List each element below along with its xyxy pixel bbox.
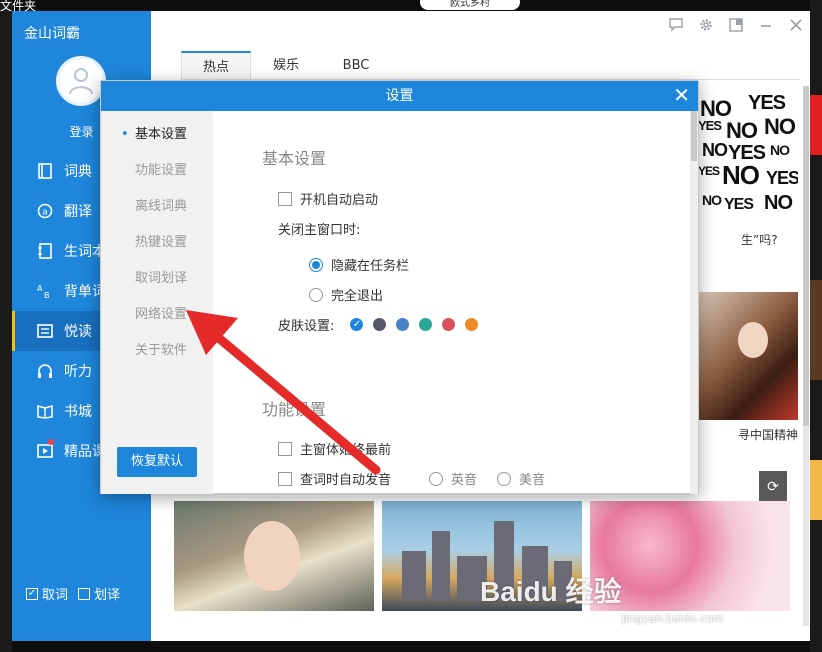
article-caption[interactable]: 生”吗?	[741, 231, 778, 248]
tab-hot[interactable]: 热点	[181, 51, 251, 79]
book-icon	[36, 162, 54, 180]
basic-settings-title: 基本设置	[262, 149, 327, 168]
close-icon[interactable]	[788, 17, 804, 33]
content-tabs: 热点 娱乐 BBC	[181, 51, 391, 79]
notebook-icon	[36, 242, 54, 260]
sidebar-item-label: 翻译	[64, 204, 92, 220]
desktop-top-tab: 欧式乡村	[420, 0, 520, 10]
settings-dialog: 设置 ✕ 基本设置 功能设置 离线词典 热键设置 取词划译 网络设置 关于软件 …	[100, 80, 699, 494]
app-name: 金山词霸	[24, 26, 80, 42]
autostart-option[interactable]: 开机自动启动	[278, 189, 378, 208]
exit-option[interactable]: 完全退出	[309, 285, 383, 304]
bottom-toggles: ✓ 取词 划译	[26, 584, 120, 603]
hide-tray-option[interactable]: 隐藏在任务栏	[309, 255, 409, 274]
skin-swatch-selected[interactable]: ✓	[350, 318, 364, 331]
settings-nav-network[interactable]: 网络设置	[101, 297, 213, 333]
headphones-icon	[36, 362, 54, 380]
close-behavior-label: 关闭主窗口时:	[278, 223, 361, 238]
hide-tray-radio[interactable]	[309, 257, 323, 272]
feedback-icon[interactable]	[668, 17, 684, 33]
translate-icon: a	[36, 202, 54, 220]
restore-defaults-button[interactable]: 恢复默认	[117, 447, 197, 477]
portrait-article-image[interactable]	[698, 292, 798, 420]
article-caption[interactable]: 寻中国精神	[738, 426, 798, 443]
settings-nav-basic[interactable]: 基本设置	[101, 117, 213, 153]
settings-nav: 基本设置 功能设置 离线词典 热键设置 取词划译 网络设置 关于软件 恢复默认	[101, 111, 213, 494]
autostart-checkbox[interactable]	[278, 191, 292, 206]
minimize-icon[interactable]	[758, 17, 774, 33]
settings-body: 基本设置 开机自动启动 关闭主窗口时: 隐藏在任务栏 完全退出 皮肤设置: ✓	[213, 111, 690, 493]
ab-icon: AB	[36, 282, 54, 300]
sidebar-item-label: 悦读	[64, 324, 92, 340]
tab-bbc[interactable]: BBC	[321, 51, 391, 79]
baidu-watermark: Baidu 经验	[480, 576, 622, 607]
dialog-title: 设置	[385, 88, 414, 104]
mini-mode-icon[interactable]	[728, 17, 744, 33]
skin-swatch[interactable]	[465, 318, 479, 331]
sidebar-item-label: 词典	[64, 164, 92, 180]
refresh-icon[interactable]: ⟳	[767, 479, 779, 495]
window-controls	[668, 17, 804, 33]
notification-dot	[48, 439, 54, 445]
close-icon[interactable]: ✕	[673, 81, 690, 109]
settings-scrollbar[interactable]	[690, 111, 698, 494]
skin-swatch[interactable]	[396, 318, 410, 331]
settings-nav-hotkey[interactable]: 热键设置	[101, 225, 213, 261]
auto-pronounce-option[interactable]: 查词时自动发音 英音 美音	[278, 469, 545, 488]
always-top-checkbox[interactable]	[278, 441, 292, 456]
tab-entertainment[interactable]: 娱乐	[251, 51, 321, 79]
user-icon	[69, 68, 93, 95]
us-pronunciation-radio[interactable]	[497, 471, 512, 486]
yes-no-article-image[interactable]: NO YES YES NO NO NO YES NO YES NO YES NO…	[698, 92, 798, 232]
always-top-option[interactable]: 主窗体始终最前	[278, 439, 391, 458]
skin-swatch[interactable]	[419, 318, 433, 331]
settings-nav-function[interactable]: 功能设置	[101, 153, 213, 189]
svg-text:B: B	[44, 291, 50, 299]
auto-pronounce-checkbox[interactable]	[278, 471, 292, 486]
girl-article-image[interactable]	[174, 501, 374, 611]
skin-swatch[interactable]	[373, 318, 387, 331]
settings-nav-lookup[interactable]: 取词划译	[101, 261, 213, 297]
desktop-background-right	[810, 0, 822, 652]
select-translate-checkbox[interactable]: 划译	[78, 584, 120, 603]
dialog-header: 设置 ✕	[101, 81, 698, 111]
watermark-url: jingyan.baidu.com	[622, 612, 724, 625]
skin-settings: 皮肤设置: ✓	[278, 315, 479, 334]
desktop-folder-label: 文件夹	[0, 0, 37, 13]
svg-text:a: a	[42, 208, 48, 218]
function-settings-title: 功能设置	[262, 400, 327, 419]
sidebar-item-label: 听力	[64, 364, 92, 380]
sidebar-item-label: 书城	[64, 404, 92, 420]
avatar[interactable]	[56, 56, 106, 106]
exit-radio[interactable]	[309, 287, 323, 302]
settings-nav-about[interactable]: 关于软件	[101, 333, 213, 369]
check-icon: ✓	[26, 587, 38, 600]
reading-icon	[36, 322, 54, 340]
settings-nav-offline[interactable]: 离线词典	[101, 189, 213, 225]
lookup-checkbox[interactable]: ✓ 取词	[26, 584, 68, 603]
svg-text:A: A	[37, 284, 43, 293]
skin-swatches: ✓	[350, 318, 479, 331]
skin-swatch[interactable]	[442, 318, 456, 331]
main-scrollbar[interactable]	[803, 86, 809, 626]
open-book-icon	[36, 402, 54, 420]
desktop-background-left	[0, 0, 12, 652]
gear-icon[interactable]	[698, 17, 714, 33]
uk-pronunciation-radio[interactable]	[429, 471, 444, 486]
